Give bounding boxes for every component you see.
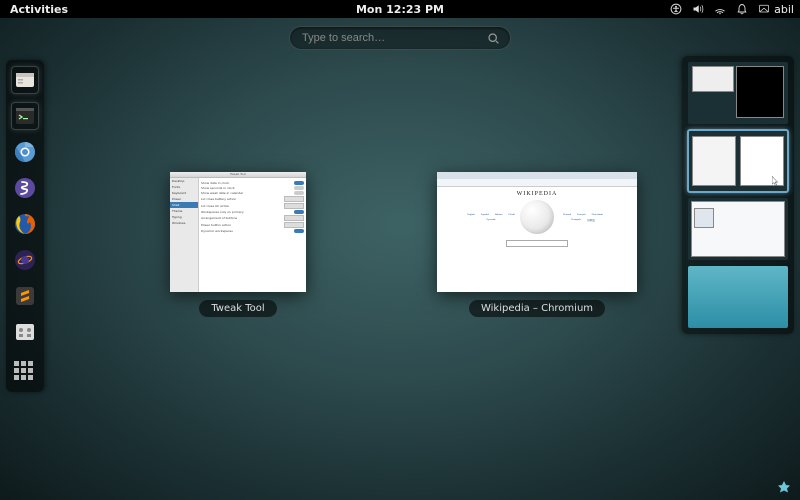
overview-search: [289, 26, 511, 50]
apps-grid-icon: [14, 361, 36, 383]
dash: [6, 60, 44, 392]
dash-emacs[interactable]: [11, 174, 39, 202]
dash-firefox[interactable]: [11, 210, 39, 238]
activities-button[interactable]: Activities: [0, 3, 78, 16]
notifications-icon[interactable]: [736, 3, 748, 15]
workspace-switcher: [682, 56, 794, 334]
workspace-3[interactable]: [688, 198, 788, 260]
wikipedia-globe-icon: [520, 200, 554, 234]
workspace-2[interactable]: [688, 130, 788, 192]
window-caption: Wikipedia – Chromium: [469, 300, 605, 317]
user-name: abil: [774, 3, 794, 16]
user-menu[interactable]: abil: [758, 3, 794, 16]
network-icon[interactable]: [714, 3, 726, 15]
dash-terminal[interactable]: [11, 102, 39, 130]
dash-eclipse[interactable]: [11, 246, 39, 274]
workspace-4[interactable]: [688, 266, 788, 328]
dash-show-apps[interactable]: [11, 358, 39, 386]
clock[interactable]: Mon 12:23 PM: [356, 3, 444, 16]
window-chromium[interactable]: WIKIPEDIA EnglishEspañolItalianoPolskiРу…: [437, 172, 637, 317]
window-tweak-tool[interactable]: Tweak Tool DesktopFontsKeyboardPower She…: [170, 172, 306, 317]
dash-chromium[interactable]: [11, 138, 39, 166]
dash-files[interactable]: [11, 66, 39, 94]
top-panel: Activities Mon 12:23 PM abil: [0, 0, 800, 18]
message-tray-icon[interactable]: [776, 480, 792, 496]
window-caption: Tweak Tool: [199, 300, 276, 317]
search-icon: [487, 32, 500, 45]
volume-icon[interactable]: [692, 3, 704, 15]
accessibility-icon[interactable]: [670, 3, 682, 15]
cursor-icon: [772, 176, 780, 186]
dash-utilities[interactable]: [11, 318, 39, 346]
search-input[interactable]: [300, 31, 487, 45]
dash-sublime[interactable]: [11, 282, 39, 310]
workspace-1[interactable]: [688, 62, 788, 124]
system-tray: abil: [670, 3, 794, 16]
